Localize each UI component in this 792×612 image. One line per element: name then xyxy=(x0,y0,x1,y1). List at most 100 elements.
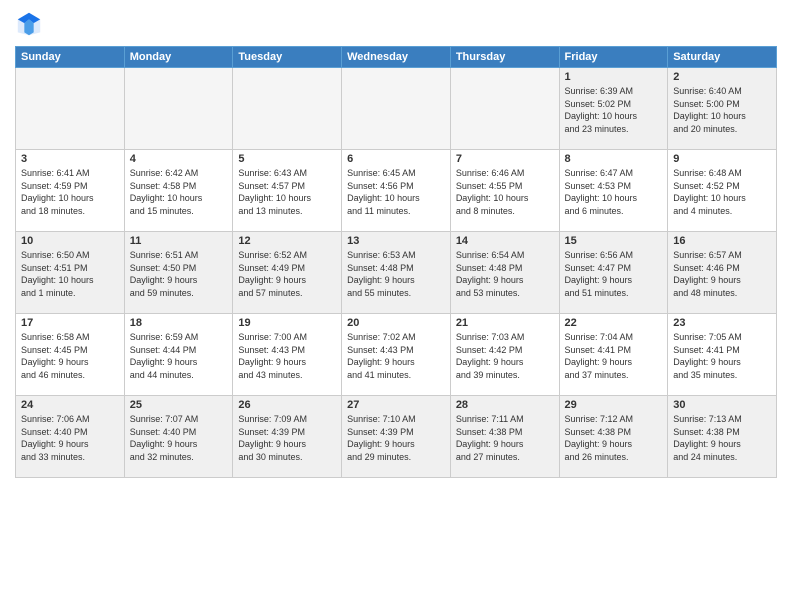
weekday-header-sunday: Sunday xyxy=(16,47,125,68)
calendar-cell: 21 Sunrise: 7:03 AM Sunset: 4:42 PM Dayli… xyxy=(450,314,559,396)
calendar-cell: 9 Sunrise: 6:48 AM Sunset: 4:52 PM Daylig… xyxy=(668,150,777,232)
day-info: Sunrise: 6:52 AM Sunset: 4:49 PM Dayligh… xyxy=(238,249,336,299)
day-number: 29 xyxy=(565,399,663,411)
day-number: 13 xyxy=(347,235,445,247)
week-row-4: 24Sunrise: 7:06 AM Sunset: 4:40 PM Dayli… xyxy=(16,396,777,478)
weekday-header-wednesday: Wednesday xyxy=(342,47,451,68)
day-number: 3 xyxy=(21,153,119,165)
day-info: Sunrise: 7:07 AM Sunset: 4:40 PM Dayligh… xyxy=(130,413,228,463)
calendar-cell: 28 Sunrise: 7:11 AM Sunset: 4:38 PM Dayli… xyxy=(450,396,559,478)
calendar-cell: 24Sunrise: 7:06 AM Sunset: 4:40 PM Dayli… xyxy=(16,396,125,478)
day-number: 30 xyxy=(673,399,771,411)
calendar-cell: 2 Sunrise: 6:40 AM Sunset: 5:00 PM Daylig… xyxy=(668,68,777,150)
day-info: Sunrise: 6:59 AM Sunset: 4:44 PM Dayligh… xyxy=(130,331,228,381)
calendar-cell: 6 Sunrise: 6:45 AM Sunset: 4:56 PM Daylig… xyxy=(342,150,451,232)
day-info: Sunrise: 6:42 AM Sunset: 4:58 PM Dayligh… xyxy=(130,167,228,217)
day-info: Sunrise: 6:53 AM Sunset: 4:48 PM Dayligh… xyxy=(347,249,445,299)
day-info: Sunrise: 6:57 AM Sunset: 4:46 PM Dayligh… xyxy=(673,249,771,299)
calendar-cell: 20Sunrise: 7:02 AM Sunset: 4:43 PM Dayli… xyxy=(342,314,451,396)
day-info: Sunrise: 6:40 AM Sunset: 5:00 PM Dayligh… xyxy=(673,85,771,135)
day-info: Sunrise: 7:13 AM Sunset: 4:38 PM Dayligh… xyxy=(673,413,771,463)
day-number: 8 xyxy=(565,153,663,165)
day-info: Sunrise: 6:47 AM Sunset: 4:53 PM Dayligh… xyxy=(565,167,663,217)
calendar-cell xyxy=(124,68,233,150)
day-number: 6 xyxy=(347,153,445,165)
day-number: 14 xyxy=(456,235,554,247)
week-row-3: 17Sunrise: 6:58 AM Sunset: 4:45 PM Dayli… xyxy=(16,314,777,396)
weekday-header-monday: Monday xyxy=(124,47,233,68)
calendar-table: SundayMondayTuesdayWednesdayThursdayFrid… xyxy=(15,46,777,478)
calendar-cell: 16 Sunrise: 6:57 AM Sunset: 4:46 PM Dayli… xyxy=(668,232,777,314)
weekday-header-saturday: Saturday xyxy=(668,47,777,68)
day-info: Sunrise: 7:04 AM Sunset: 4:41 PM Dayligh… xyxy=(565,331,663,381)
day-number: 16 xyxy=(673,235,771,247)
day-info: Sunrise: 6:48 AM Sunset: 4:52 PM Dayligh… xyxy=(673,167,771,217)
page: SundayMondayTuesdayWednesdayThursdayFrid… xyxy=(0,0,792,612)
calendar-cell xyxy=(233,68,342,150)
day-info: Sunrise: 6:45 AM Sunset: 4:56 PM Dayligh… xyxy=(347,167,445,217)
day-number: 24 xyxy=(21,399,119,411)
day-number: 27 xyxy=(347,399,445,411)
calendar-cell: 22 Sunrise: 7:04 AM Sunset: 4:41 PM Dayli… xyxy=(559,314,668,396)
calendar-cell: 27Sunrise: 7:10 AM Sunset: 4:39 PM Dayli… xyxy=(342,396,451,478)
calendar-cell: 14 Sunrise: 6:54 AM Sunset: 4:48 PM Dayli… xyxy=(450,232,559,314)
day-number: 17 xyxy=(21,317,119,329)
day-number: 23 xyxy=(673,317,771,329)
day-number: 11 xyxy=(130,235,228,247)
week-row-2: 10Sunrise: 6:50 AM Sunset: 4:51 PM Dayli… xyxy=(16,232,777,314)
calendar-cell: 12 Sunrise: 6:52 AM Sunset: 4:49 PM Dayli… xyxy=(233,232,342,314)
day-info: Sunrise: 6:56 AM Sunset: 4:47 PM Dayligh… xyxy=(565,249,663,299)
day-number: 19 xyxy=(238,317,336,329)
day-number: 25 xyxy=(130,399,228,411)
day-info: Sunrise: 6:54 AM Sunset: 4:48 PM Dayligh… xyxy=(456,249,554,299)
day-number: 2 xyxy=(673,71,771,83)
day-number: 4 xyxy=(130,153,228,165)
day-info: Sunrise: 7:09 AM Sunset: 4:39 PM Dayligh… xyxy=(238,413,336,463)
day-number: 7 xyxy=(456,153,554,165)
day-number: 22 xyxy=(565,317,663,329)
day-number: 21 xyxy=(456,317,554,329)
day-number: 5 xyxy=(238,153,336,165)
day-info: Sunrise: 7:12 AM Sunset: 4:38 PM Dayligh… xyxy=(565,413,663,463)
calendar-cell: 10Sunrise: 6:50 AM Sunset: 4:51 PM Dayli… xyxy=(16,232,125,314)
day-number: 1 xyxy=(565,71,663,83)
day-number: 20 xyxy=(347,317,445,329)
calendar-cell: 17Sunrise: 6:58 AM Sunset: 4:45 PM Dayli… xyxy=(16,314,125,396)
day-number: 26 xyxy=(238,399,336,411)
weekday-header-thursday: Thursday xyxy=(450,47,559,68)
calendar-cell: 15 Sunrise: 6:56 AM Sunset: 4:47 PM Dayli… xyxy=(559,232,668,314)
day-number: 28 xyxy=(456,399,554,411)
calendar-cell: 5 Sunrise: 6:43 AM Sunset: 4:57 PM Daylig… xyxy=(233,150,342,232)
day-number: 15 xyxy=(565,235,663,247)
day-number: 18 xyxy=(130,317,228,329)
calendar-cell: 4 Sunrise: 6:42 AM Sunset: 4:58 PM Daylig… xyxy=(124,150,233,232)
weekday-header-friday: Friday xyxy=(559,47,668,68)
day-number: 12 xyxy=(238,235,336,247)
calendar-cell: 19 Sunrise: 7:00 AM Sunset: 4:43 PM Dayli… xyxy=(233,314,342,396)
calendar-cell: 11 Sunrise: 6:51 AM Sunset: 4:50 PM Dayli… xyxy=(124,232,233,314)
calendar-cell xyxy=(342,68,451,150)
calendar-cell: 18 Sunrise: 6:59 AM Sunset: 4:44 PM Dayli… xyxy=(124,314,233,396)
week-row-0: 1 Sunrise: 6:39 AM Sunset: 5:02 PM Daylig… xyxy=(16,68,777,150)
header xyxy=(15,10,777,38)
day-info: Sunrise: 6:39 AM Sunset: 5:02 PM Dayligh… xyxy=(565,85,663,135)
calendar-cell: 29 Sunrise: 7:12 AM Sunset: 4:38 PM Dayli… xyxy=(559,396,668,478)
calendar-cell: 8 Sunrise: 6:47 AM Sunset: 4:53 PM Daylig… xyxy=(559,150,668,232)
day-info: Sunrise: 6:41 AM Sunset: 4:59 PM Dayligh… xyxy=(21,167,119,217)
day-info: Sunrise: 6:51 AM Sunset: 4:50 PM Dayligh… xyxy=(130,249,228,299)
day-number: 9 xyxy=(673,153,771,165)
weekday-header-row: SundayMondayTuesdayWednesdayThursdayFrid… xyxy=(16,47,777,68)
logo xyxy=(15,10,47,38)
calendar-cell: 23Sunrise: 7:05 AM Sunset: 4:41 PM Dayli… xyxy=(668,314,777,396)
day-info: Sunrise: 6:43 AM Sunset: 4:57 PM Dayligh… xyxy=(238,167,336,217)
logo-icon xyxy=(15,10,43,38)
calendar-cell: 13 Sunrise: 6:53 AM Sunset: 4:48 PM Dayli… xyxy=(342,232,451,314)
day-info: Sunrise: 7:11 AM Sunset: 4:38 PM Dayligh… xyxy=(456,413,554,463)
calendar-cell: 3 Sunrise: 6:41 AM Sunset: 4:59 PM Daylig… xyxy=(16,150,125,232)
weekday-header-tuesday: Tuesday xyxy=(233,47,342,68)
calendar-cell: 1 Sunrise: 6:39 AM Sunset: 5:02 PM Daylig… xyxy=(559,68,668,150)
day-info: Sunrise: 7:00 AM Sunset: 4:43 PM Dayligh… xyxy=(238,331,336,381)
day-number: 10 xyxy=(21,235,119,247)
calendar-cell xyxy=(16,68,125,150)
day-info: Sunrise: 7:03 AM Sunset: 4:42 PM Dayligh… xyxy=(456,331,554,381)
